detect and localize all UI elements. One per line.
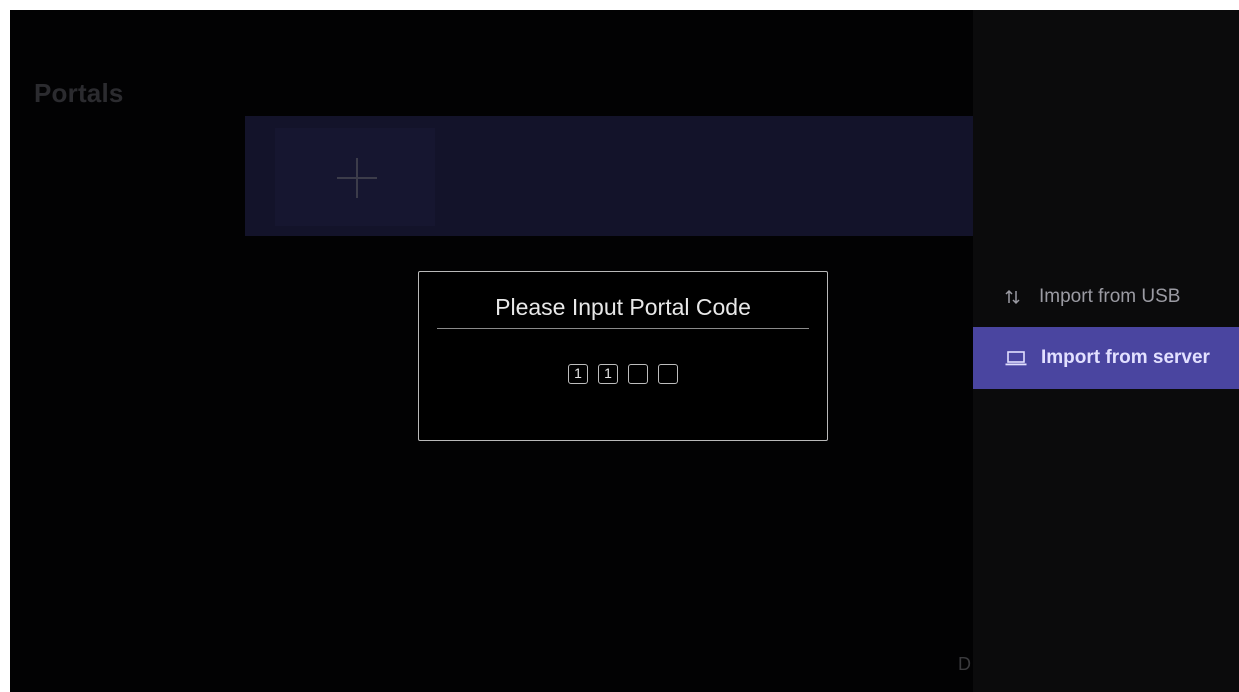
laptop-icon [1005,348,1027,368]
menu-item-label: Import from USB [1039,286,1181,307]
sort-arrows-icon [1003,287,1023,307]
dialog-divider [437,328,809,329]
code-digit-3[interactable] [628,364,648,384]
dialog-title: Please Input Portal Code [495,294,751,320]
plus-icon [337,158,377,198]
menu-item-label: Import from server [1041,347,1210,368]
code-digit-4[interactable] [658,364,678,384]
code-digit-2[interactable]: 1 [598,364,618,384]
menu-item-import-usb[interactable]: Import from USB [973,266,1239,328]
tv-screen: Portals Import from USB Import from serv… [10,10,1239,692]
portal-code-dialog: Please Input Portal Code 1 1 [418,271,828,441]
menu-item-import-server[interactable]: Import from server [973,327,1239,389]
code-digit-1[interactable]: 1 [568,364,588,384]
import-side-panel: Import from USB Import from server [973,10,1239,692]
add-portal-tile[interactable] [275,128,435,226]
code-input-group: 1 1 [419,364,827,384]
page-title: Portals [34,78,124,108]
bottom-hint-text: D [958,654,971,674]
portals-list [245,116,975,236]
